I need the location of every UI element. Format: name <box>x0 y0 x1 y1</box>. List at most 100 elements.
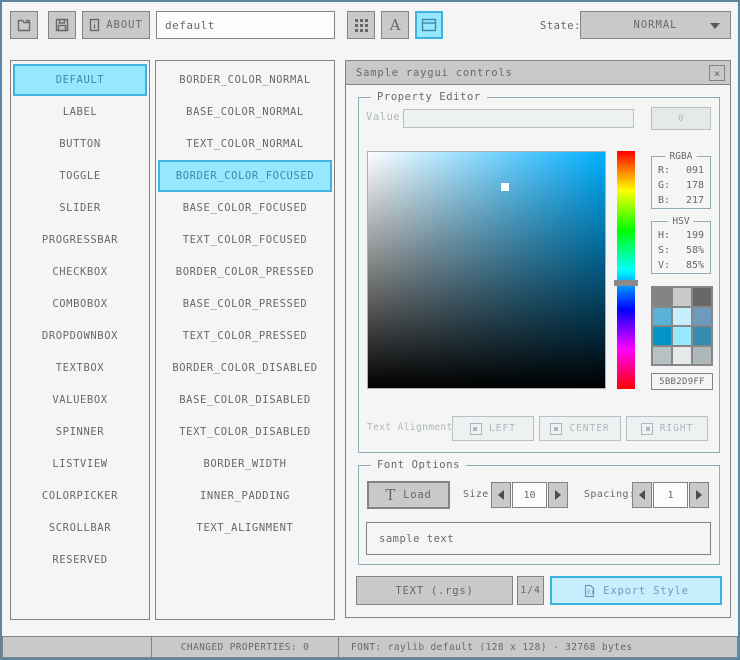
controls-listview: DEFAULT LABEL BUTTON TOGGLE SLIDER PROGRESSBA… <box>10 60 150 620</box>
style-color-swatch[interactable] <box>673 307 691 325</box>
size-value[interactable]: 10 <box>512 482 547 508</box>
list-item[interactable]: COMBOBOX <box>13 288 147 320</box>
value-button[interactable]: 0 <box>651 107 711 130</box>
align-center-label: CENTER <box>569 423 610 434</box>
list-item[interactable]: TEXT_ALIGNMENT <box>158 512 332 544</box>
style-color-swatch[interactable] <box>693 346 711 364</box>
rguistyler-app: ABOUT A State: NORMAL DEFAULTLABELBUTTON… <box>0 0 740 660</box>
style-color-swatch[interactable] <box>653 346 671 364</box>
style-color-swatch[interactable] <box>693 327 711 345</box>
g-value: 178 <box>685 180 704 191</box>
export-style-label: Export Style <box>603 584 689 597</box>
color-picker-cursor[interactable] <box>501 183 510 192</box>
rgba-title: RGBA <box>665 151 697 162</box>
list-item[interactable]: SLIDER <box>13 192 147 224</box>
list-item[interactable]: DROPDOWNBOX <box>13 320 147 352</box>
hue-bar[interactable] <box>614 151 638 389</box>
list-item[interactable]: BORDER_WIDTH <box>158 448 332 480</box>
g-label: G: <box>658 180 671 191</box>
statusbar-font-info: FONT: raylib default (128 x 128) - 32768… <box>338 636 738 658</box>
align-center-button[interactable]: CENTER <box>539 416 621 441</box>
hue-slider-handle[interactable] <box>614 280 638 286</box>
list-item[interactable]: TEXT_COLOR_DISABLED <box>158 416 332 448</box>
b-value: 217 <box>685 195 704 206</box>
export-style-button[interactable]: E Export Style <box>550 576 722 605</box>
list-item[interactable]: BASE_COLOR_DISABLED <box>158 384 332 416</box>
close-icon: × <box>713 66 721 80</box>
list-item[interactable]: BORDER_COLOR_FOCUSED <box>158 160 332 192</box>
size-increment-button[interactable] <box>548 482 568 508</box>
style-color-swatch[interactable] <box>673 327 691 345</box>
tab-controls-panel[interactable] <box>415 11 443 39</box>
style-color-swatch[interactable] <box>673 288 691 306</box>
size-decrement-button[interactable] <box>491 482 511 508</box>
load-font-button[interactable]: T Load <box>367 481 450 509</box>
text-t-icon: T <box>385 485 397 504</box>
list-item[interactable]: LISTVIEW <box>13 448 147 480</box>
list-item[interactable]: CHECKBOX <box>13 256 147 288</box>
list-item[interactable]: COLORPICKER <box>13 480 147 512</box>
state-dropdown[interactable]: NORMAL <box>580 11 731 39</box>
list-item[interactable]: BASE_COLOR_FOCUSED <box>158 192 332 224</box>
hex-color-value[interactable]: 5BB2D9FF <box>651 373 713 390</box>
about-button[interactable]: ABOUT <box>82 11 150 39</box>
arrow-right-icon <box>555 490 561 500</box>
spacing-label: Spacing: <box>584 489 636 500</box>
close-button[interactable]: × <box>709 65 725 81</box>
floppy-disk-icon <box>54 17 70 33</box>
style-name-input[interactable] <box>156 11 335 39</box>
style-color-swatch[interactable] <box>653 327 671 345</box>
export-format-label: TEXT (.rgs) <box>395 584 474 597</box>
list-item[interactable]: BASE_COLOR_NORMAL <box>158 96 332 128</box>
list-item[interactable]: PROGRESSBAR <box>13 224 147 256</box>
info-icon <box>89 18 100 32</box>
spacing-decrement-button[interactable] <box>632 482 652 508</box>
style-color-swatch[interactable] <box>693 307 711 325</box>
list-item[interactable]: INNER_PADDING <box>158 480 332 512</box>
open-style-button[interactable] <box>10 11 38 39</box>
list-item[interactable]: BORDER_COLOR_NORMAL <box>158 64 332 96</box>
grid-icon <box>354 18 369 33</box>
list-item[interactable]: TEXTBOX <box>13 352 147 384</box>
list-item[interactable]: LABEL <box>13 96 147 128</box>
list-item[interactable]: BASE_COLOR_PRESSED <box>158 288 332 320</box>
style-color-swatch[interactable] <box>653 288 671 306</box>
list-item[interactable]: TOGGLE <box>13 160 147 192</box>
list-item[interactable]: TEXT_COLOR_PRESSED <box>158 320 332 352</box>
color-picker-square[interactable] <box>367 151 606 389</box>
save-style-button[interactable] <box>48 11 76 39</box>
list-item[interactable]: TEXT_COLOR_NORMAL <box>158 128 332 160</box>
window-titlebar[interactable]: Sample raygui controls <box>346 61 730 85</box>
style-color-swatch[interactable] <box>693 288 711 306</box>
list-item[interactable]: DEFAULT <box>13 64 147 96</box>
page-indicator: 1/4 <box>520 585 541 596</box>
list-item[interactable]: TEXT_COLOR_FOCUSED <box>158 224 332 256</box>
align-right-button[interactable]: RIGHT <box>626 416 708 441</box>
list-item[interactable]: SPINNER <box>13 416 147 448</box>
list-item[interactable]: BUTTON <box>13 128 147 160</box>
align-right-icon <box>640 422 653 435</box>
style-color-swatch[interactable] <box>673 346 691 364</box>
b-label: B: <box>658 195 671 206</box>
list-item[interactable]: BORDER_COLOR_DISABLED <box>158 352 332 384</box>
list-item[interactable]: SCROLLBAR <box>13 512 147 544</box>
export-format-button[interactable]: TEXT (.rgs) <box>356 576 513 605</box>
list-item[interactable]: BORDER_COLOR_PRESSED <box>158 256 332 288</box>
v-value: 85% <box>685 260 704 271</box>
spacing-increment-button[interactable] <box>689 482 709 508</box>
spacing-value[interactable]: 1 <box>653 482 688 508</box>
export-file-icon: E <box>583 584 596 598</box>
about-button-label: ABOUT <box>106 19 143 31</box>
rgba-group: RGBA R: 091 G: 178 B: 217 <box>651 151 711 209</box>
list-item[interactable]: VALUEBOX <box>13 384 147 416</box>
tab-style-table[interactable] <box>347 11 375 39</box>
hsv-group: HSV H: 199 S: 58% V: 85% <box>651 216 711 274</box>
sample-text-box[interactable]: sample text <box>366 522 711 555</box>
tab-font-atlas[interactable]: A <box>381 11 409 39</box>
list-item[interactable]: RESERVED <box>13 544 147 576</box>
format-page-button[interactable]: 1/4 <box>517 576 544 605</box>
align-left-button[interactable]: LEFT <box>452 416 534 441</box>
style-color-swatch[interactable] <box>653 307 671 325</box>
value-input[interactable] <box>403 109 634 128</box>
r-label: R: <box>658 165 671 176</box>
